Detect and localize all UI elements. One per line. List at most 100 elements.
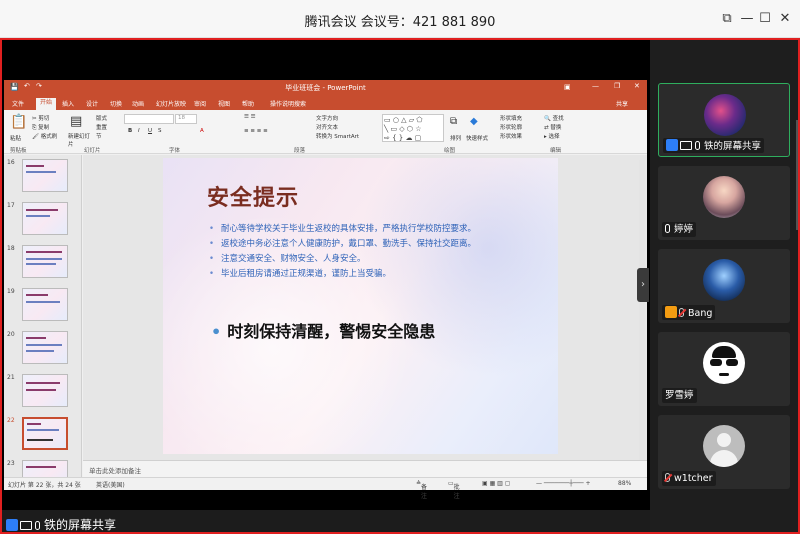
slide-bullet-list[interactable]: 耐心等待学校关于毕业生返校的具体安排，严格执行学校防控要求。 返校途中务必注意个…	[207, 222, 547, 282]
slide-highlight[interactable]: • 时刻保持清醒，警惕安全隐患	[211, 318, 435, 342]
notes-pane[interactable]: 单击此处添加备注	[83, 460, 647, 477]
arrange-button[interactable]: 排列	[450, 134, 461, 142]
paste-button[interactable]: 粘贴	[10, 134, 21, 142]
panel-scrollbar[interactable]	[796, 120, 799, 230]
mic-icon	[665, 224, 670, 233]
font-color-button[interactable]: A	[200, 128, 204, 134]
tell-me-search[interactable]: 操作说明搜索	[270, 99, 306, 108]
slide-thumbnail[interactable]	[22, 460, 68, 477]
shapes-gallery[interactable]: ▭ ○ △ ▱ ⬠ ╲ ▭ ◇ ⬡ ☆ ⇨ { } ☁ ▢	[382, 114, 444, 142]
text-direction-button[interactable]: 文字方向	[316, 114, 338, 122]
reset-button[interactable]: 重置	[96, 123, 107, 131]
slide-thumbnail[interactable]	[22, 331, 68, 364]
comments-button[interactable]: ▭ 批注	[448, 480, 460, 500]
share-button[interactable]: 共享	[616, 99, 628, 108]
screen-share-icon	[20, 521, 32, 530]
tab-transitions[interactable]: 切换	[110, 99, 122, 108]
bullets-button[interactable]: ☰ ☰	[244, 114, 256, 120]
status-bar: 幻灯片 第 22 张，共 24 张 英语(美国) ≙ 备注 ▭ 批注 ▣ ▦ ▥…	[4, 477, 647, 500]
slide-thumbnail[interactable]	[22, 288, 68, 321]
arrange-icon[interactable]: ⧉	[450, 116, 457, 127]
view-buttons[interactable]: ▣ ▦ ▥ ▢	[482, 480, 510, 487]
account-icon[interactable]: ▣	[564, 83, 571, 91]
bold-button[interactable]: B	[128, 128, 132, 134]
align-text-button[interactable]: 对齐文本	[316, 123, 338, 131]
find-button[interactable]: 🔍 查找	[544, 114, 564, 122]
slide-title[interactable]: 安全提示	[207, 180, 299, 212]
format-painter-button[interactable]: 🖌 格式刷	[32, 132, 57, 140]
copy-button[interactable]: ⎘ 复制	[32, 123, 49, 132]
shadow-button[interactable]: S	[158, 128, 162, 134]
screen-share-icon	[680, 141, 692, 150]
maximize-button[interactable]: ☐	[756, 10, 774, 28]
user-icon	[666, 139, 678, 151]
minimize-button[interactable]: —	[738, 10, 756, 28]
tab-animations[interactable]: 动画	[132, 99, 144, 108]
quick-styles-icon[interactable]: ◆	[470, 116, 478, 127]
participant-tile[interactable]: 罗雪婷	[658, 332, 790, 406]
font-family-select[interactable]	[124, 114, 174, 124]
participant-tile[interactable]: 铁的屏幕共享	[658, 83, 790, 157]
user-icon	[6, 519, 18, 531]
tab-slideshow[interactable]: 幻灯片放映	[156, 99, 186, 108]
tab-insert[interactable]: 插入	[62, 99, 74, 108]
tab-review[interactable]: 审阅	[194, 99, 206, 108]
section-button[interactable]: 节	[96, 132, 102, 140]
participant-name: w1tcher	[674, 473, 713, 484]
quick-styles-button[interactable]: 快速样式	[466, 134, 488, 142]
smartart-button[interactable]: 转换为 SmartArt	[316, 132, 359, 140]
ppt-minimize-button[interactable]: —	[592, 82, 599, 90]
participant-name: 罗雪婷	[665, 390, 694, 401]
zoom-slider[interactable]: — ───────┼─── +	[536, 480, 591, 487]
avatar	[703, 259, 745, 301]
new-slide-icon[interactable]: ▤	[70, 114, 82, 129]
tab-home[interactable]: 开始	[36, 98, 57, 110]
current-slide[interactable]: 安全提示 耐心等待学校关于毕业生返校的具体安排，严格执行学校防控要求。 返校途中…	[163, 158, 558, 454]
pin-icon[interactable]: ⧉	[718, 10, 736, 28]
participant-tile[interactable]: Bang	[658, 249, 790, 323]
shape-fill-button[interactable]: 形状填充	[500, 114, 522, 122]
slide-thumbnail[interactable]	[22, 159, 68, 192]
underline-button[interactable]: U	[148, 128, 152, 134]
replace-button[interactable]: ⇄ 替换	[544, 123, 561, 131]
font-size-select[interactable]: 18	[175, 114, 197, 124]
slide-counter: 幻灯片 第 22 张，共 24 张	[8, 482, 81, 489]
tab-file[interactable]: 文件	[12, 99, 24, 108]
ppt-close-button[interactable]: ✕	[634, 82, 640, 90]
slide-thumbnails[interactable]: 16 17 18 19 20 21 22 23	[4, 155, 82, 477]
shape-outline-button[interactable]: 形状轮廓	[500, 123, 522, 131]
group-paragraph: 段落	[294, 148, 306, 154]
ribbon-tabs: 文件 开始 插入 设计 切换 动画 幻灯片放映 审阅 视图 帮助 操作说明搜索 …	[4, 96, 647, 110]
group-slides: 幻灯片	[84, 148, 101, 154]
participant-tile[interactable]: 婷婷	[658, 166, 790, 240]
slide-canvas[interactable]: 安全提示 耐心等待学校关于毕业生返校的具体安排，严格执行学校防控要求。 返校途中…	[83, 155, 647, 460]
slide-thumbnail-selected[interactable]	[22, 417, 68, 450]
tab-view[interactable]: 视图	[218, 99, 230, 108]
close-button[interactable]: ✕	[776, 10, 794, 28]
select-button[interactable]: ▸ 选择	[544, 132, 560, 140]
slide-thumbnail[interactable]	[22, 245, 68, 278]
ribbon: 📋 粘贴 ✂ 剪切 ⎘ 复制 🖌 格式刷 剪贴板 ▤ 新建幻灯片 版式 重置 节…	[4, 110, 647, 154]
thumb-number: 22	[7, 417, 15, 424]
participant-name: 婷婷	[674, 224, 694, 235]
slide-thumbnail[interactable]	[22, 202, 68, 235]
align-buttons[interactable]: ≡ ≡ ≡ ≡	[244, 128, 268, 134]
layout-button[interactable]: 版式	[96, 114, 107, 122]
vertical-scrollbar[interactable]	[639, 160, 645, 460]
participant-tile[interactable]: w1tcher	[658, 415, 790, 489]
slide-bullet: 耐心等待学校关于毕业生返校的具体安排，严格执行学校防控要求。	[207, 222, 547, 237]
slide-thumbnail[interactable]	[22, 374, 68, 407]
ppt-restore-button[interactable]: ❐	[614, 82, 620, 90]
notes-button[interactable]: ≙ 备注	[416, 480, 427, 500]
slide-bullet: 返校途中务必注意个人健康防护，戴口罩、勤洗手、保持社交距离。	[207, 237, 547, 252]
paste-icon[interactable]: 📋	[10, 114, 27, 130]
italic-button[interactable]: I	[138, 128, 140, 134]
sharing-label: 铁的屏幕共享	[44, 518, 117, 532]
tab-help[interactable]: 帮助	[242, 99, 254, 108]
collapse-panel-icon[interactable]: ›	[637, 268, 649, 302]
cut-button[interactable]: ✂ 剪切	[32, 114, 49, 122]
shape-effects-button[interactable]: 形状效果	[500, 132, 522, 140]
participant-name: 铁的屏幕共享	[704, 141, 762, 152]
zoom-level[interactable]: 88%	[618, 480, 631, 487]
tab-design[interactable]: 设计	[86, 99, 98, 108]
